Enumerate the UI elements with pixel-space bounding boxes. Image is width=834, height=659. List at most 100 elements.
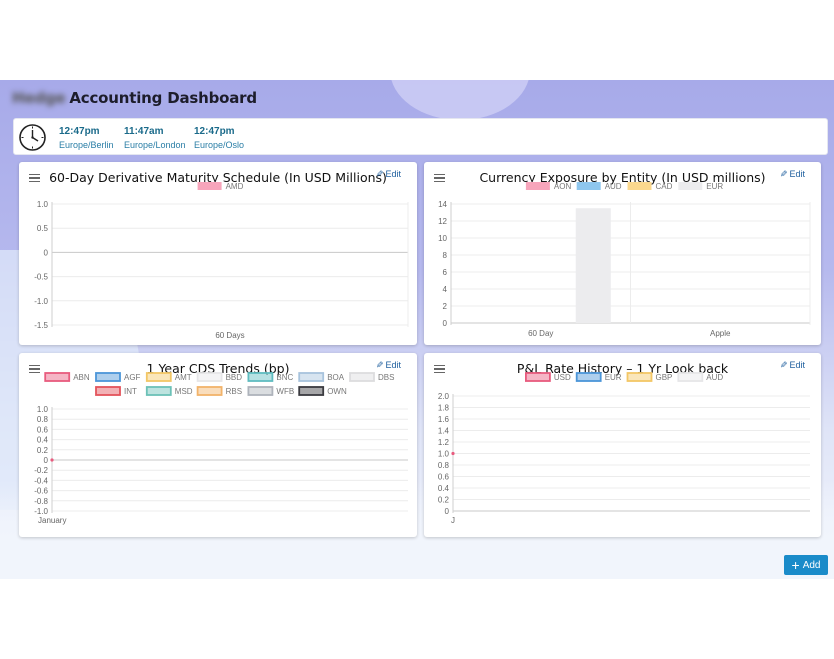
add-button-label: Add <box>802 559 821 571</box>
legend-swatch <box>95 386 121 396</box>
y-tick-label: 10 <box>438 234 447 243</box>
legend-label: AGF <box>124 373 141 382</box>
legend-label: MSD <box>175 387 193 396</box>
y-tick-label: 0.6 <box>438 473 450 482</box>
clock-time: 11:47am <box>124 126 164 137</box>
legend-label: EUR <box>706 182 723 191</box>
legend-label: CAD <box>656 182 673 191</box>
legend-label: ABN <box>73 373 90 382</box>
legend-label: WFB <box>276 387 294 396</box>
y-tick-label: 0.8 <box>438 461 450 470</box>
legend-label: GBP <box>656 373 673 382</box>
legend-swatch <box>197 182 222 190</box>
y-tick-label: 0 <box>44 248 49 257</box>
data-point <box>451 451 455 456</box>
x-tick-label: 60 Day <box>528 329 553 338</box>
x-tick-label: Apple <box>710 329 731 338</box>
legend-label: DBS <box>378 373 394 382</box>
legend-label: INT <box>124 387 137 396</box>
y-tick-label: 0 <box>443 319 448 328</box>
legend-swatch <box>349 372 375 382</box>
y-tick-label: -0.5 <box>34 273 48 282</box>
x-tick-label: 60 Days <box>215 331 244 340</box>
panel-derivative-maturity: 60-Day Derivative Maturity Schedule (In … <box>19 162 417 345</box>
clock-london: 11:47am Europe/London <box>124 126 186 150</box>
legend-label: AMT <box>175 373 192 382</box>
legend-label: AON <box>554 182 572 191</box>
world-clock-bar: 12:47pm Europe/Berlin 11:47am Europe/Lon… <box>13 118 828 155</box>
y-tick-label: 0 <box>44 456 49 465</box>
legend-label: BBD <box>226 373 243 382</box>
legend-swatch <box>678 182 703 190</box>
y-tick-label: 14 <box>438 200 447 209</box>
legend-swatch <box>196 372 223 382</box>
clock-time: 12:47pm <box>194 126 235 137</box>
legend-label: RBS <box>226 387 242 396</box>
legend-label: AUD <box>706 373 723 382</box>
legend-swatch <box>575 372 602 382</box>
legend-swatch <box>95 372 121 382</box>
y-tick-label: 8 <box>443 251 448 260</box>
page-title-text: Accounting Dashboard <box>69 89 257 107</box>
y-tick-label: -0.4 <box>34 476 48 485</box>
data-point <box>50 458 54 462</box>
x-tick-label: J <box>451 516 455 525</box>
legend-swatch <box>576 182 601 190</box>
legend-label: BOA <box>327 373 345 382</box>
plus-icon: + <box>791 557 800 573</box>
y-tick-label: 0 <box>445 507 450 516</box>
pl-rate-chart: USD EUR GBP AUD 2.0 1.8 1.6 1.4 1.2 1.0 0.8 0.6 0.4 0… <box>438 372 810 525</box>
clock-zone: Europe/London <box>124 140 186 150</box>
y-tick-label: 1.0 <box>438 450 450 459</box>
x-tick-label: January <box>38 516 66 525</box>
clock-oslo: 12:47pm Europe/Oslo <box>194 126 244 150</box>
y-tick-label: 4 <box>443 285 448 294</box>
clock-zone: Europe/Berlin <box>59 140 114 150</box>
legend-label: BNC <box>276 373 293 382</box>
panel-cds-trends: 1 Year CDS Trends (bp) ✎ Edit ABN AGF AMT BB… <box>19 353 417 537</box>
y-tick-label: 1.4 <box>438 427 450 436</box>
y-tick-label: 12 <box>438 217 447 226</box>
legend-swatch <box>196 386 223 396</box>
legend-swatch <box>145 372 172 382</box>
y-tick-label: 0.2 <box>37 446 49 455</box>
legend-swatch <box>298 372 325 382</box>
cds-trends-chart: ABN AGF AMT BBD BNC BOA DBSINT MSD RBS WFB OWN1.00… <box>34 372 408 525</box>
add-widget-button[interactable]: + Add <box>784 555 828 575</box>
redacted-title-prefix: Hedge <box>12 89 66 107</box>
y-tick-label: -0.2 <box>34 466 48 475</box>
legend-label: EUR <box>605 373 622 382</box>
bar <box>575 208 611 323</box>
legend-swatch <box>525 182 550 190</box>
panel-currency-exposure: Currency Exposure by Entity (In USD mill… <box>424 162 821 345</box>
legend-swatch <box>145 386 172 396</box>
y-tick-label: 2 <box>443 302 448 311</box>
clock-icon <box>19 124 46 151</box>
y-tick-label: 0.2 <box>438 496 450 505</box>
y-tick-label: 0.4 <box>438 484 450 493</box>
page-title: Hedge Accounting Dashboard <box>12 89 257 107</box>
maturity-chart: AMD 1.0 0.5 0 -0.5 -1.0 -1.5 60 Days <box>34 182 409 340</box>
y-tick-label: 1.0 <box>37 200 49 209</box>
y-tick-label: 2.0 <box>438 392 450 401</box>
clock-zone: Europe/Oslo <box>194 140 245 150</box>
y-tick-label: 0.8 <box>37 415 49 424</box>
legend-swatch <box>677 372 704 382</box>
clock-time: 12:47pm <box>59 126 100 137</box>
legend-label: OWN <box>327 387 347 396</box>
y-tick-label: -1.0 <box>34 297 48 306</box>
legend-swatch <box>247 386 274 396</box>
currency-exposure-chart: AON AUD CAD EUR 14 12 10 8 6 4 2 0 60 Day Apple <box>438 182 811 338</box>
legend-swatch <box>44 372 71 382</box>
y-tick-label: -1.0 <box>34 507 48 516</box>
y-tick-label: 0.4 <box>37 436 49 445</box>
y-tick-label: 6 <box>443 268 448 277</box>
clock-berlin: 12:47pm Europe/Berlin <box>59 126 114 150</box>
y-tick-label: 1.2 <box>438 438 450 447</box>
y-tick-label: 1.0 <box>37 405 49 414</box>
y-tick-label: -0.6 <box>34 487 48 496</box>
y-tick-label: 1.6 <box>438 415 450 424</box>
y-tick-label: 0.5 <box>37 224 49 233</box>
legend-swatch <box>525 372 551 382</box>
legend-swatch <box>626 372 653 382</box>
